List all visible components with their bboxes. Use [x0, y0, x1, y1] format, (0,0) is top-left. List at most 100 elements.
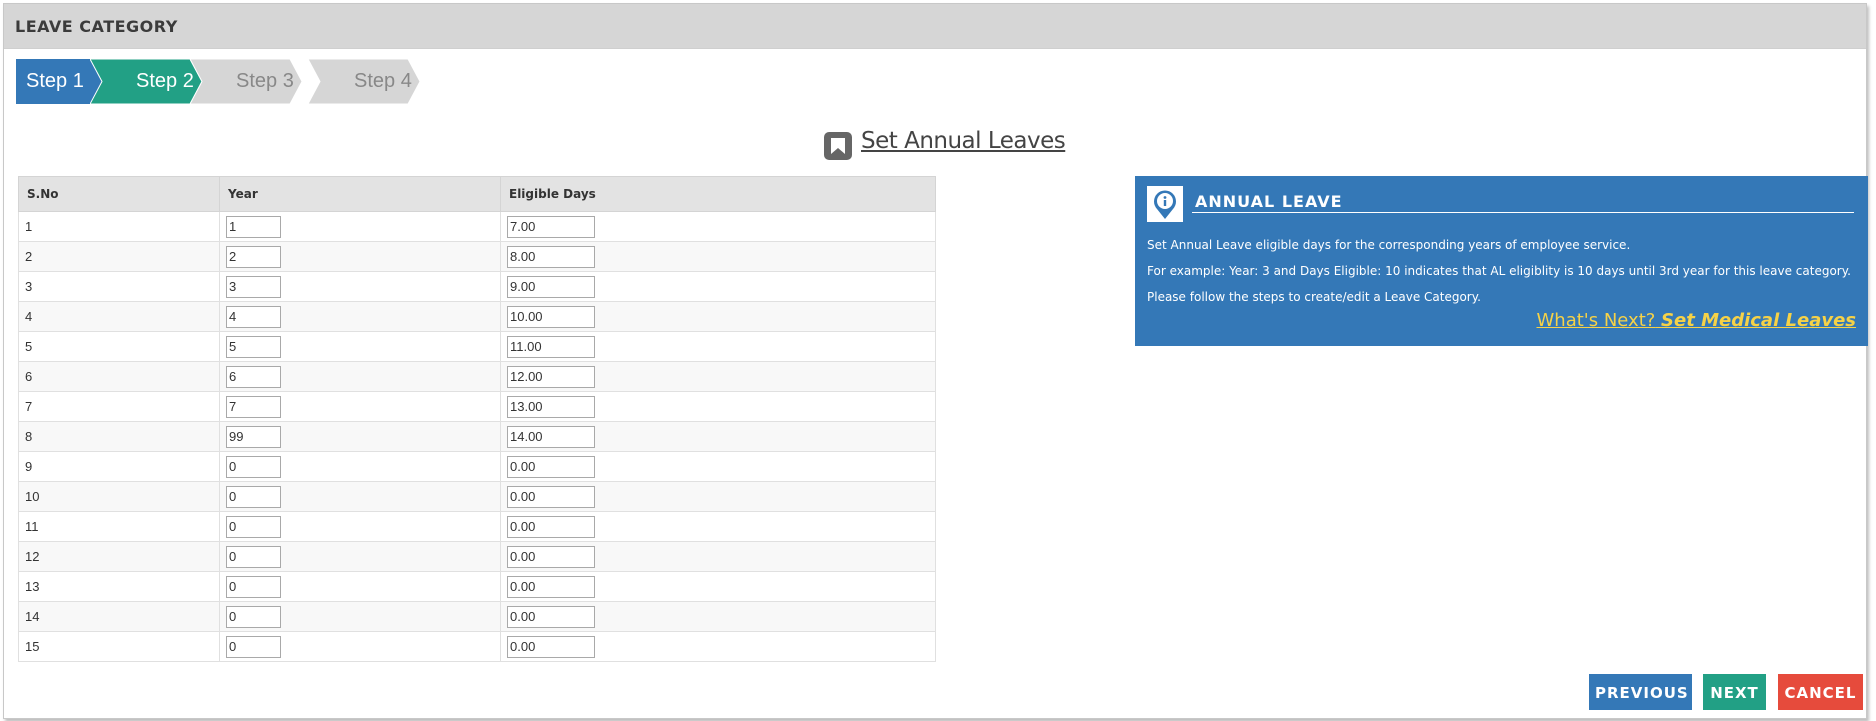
eligible-days-input[interactable] — [507, 545, 595, 568]
eligible-days-input[interactable] — [507, 335, 595, 358]
whats-next-target: Set Medical Leaves — [1661, 310, 1856, 331]
year-input[interactable] — [226, 605, 281, 628]
sno-cell: 11 — [18, 511, 220, 542]
table-row: 7 — [18, 391, 936, 422]
info-box: ANNUAL LEAVE Set Annual Leave eligible d… — [1135, 176, 1868, 346]
sno-cell: 3 — [18, 271, 220, 302]
table-row: 12 — [18, 541, 936, 572]
table-row: 15 — [18, 631, 936, 662]
info-paragraph-3: Please follow the steps to create/edit a… — [1147, 290, 1481, 304]
sno-cell: 7 — [18, 391, 220, 422]
eligible-days-cell — [500, 451, 936, 482]
year-input[interactable] — [226, 365, 281, 388]
year-input[interactable] — [226, 635, 281, 658]
table-row: 10 — [18, 481, 936, 512]
year-cell — [219, 601, 501, 632]
eligible-days-input[interactable] — [507, 395, 595, 418]
year-cell — [219, 571, 501, 602]
info-title: ANNUAL LEAVE — [1195, 192, 1343, 211]
table-row: 4 — [18, 301, 936, 332]
year-input[interactable] — [226, 515, 281, 538]
whats-next-prefix: What's Next? — [1536, 310, 1656, 331]
table-row: 3 — [18, 271, 936, 302]
year-input[interactable] — [226, 455, 281, 478]
panel-header: LEAVE CATEGORY — [4, 4, 1866, 49]
col-header-eligible-days: Eligible Days — [500, 176, 936, 212]
year-input[interactable] — [226, 485, 281, 508]
col-header-year: Year — [219, 176, 501, 212]
eligible-days-input[interactable] — [507, 515, 595, 538]
whats-next-link[interactable]: What's Next? Set Medical Leaves — [1536, 310, 1856, 331]
col-header-sno: S.No — [18, 176, 220, 212]
table-row: 1 — [18, 211, 936, 242]
table-body: 123456789101112131415 — [18, 211, 936, 662]
eligible-days-input[interactable] — [507, 635, 595, 658]
sno-cell: 1 — [18, 211, 220, 242]
step-3-tab[interactable]: Step 3 — [190, 59, 312, 104]
year-input[interactable] — [226, 215, 281, 238]
year-input[interactable] — [226, 575, 281, 598]
sno-cell: 15 — [18, 631, 220, 662]
eligible-days-input[interactable] — [507, 485, 595, 508]
next-button[interactable]: NEXT — [1703, 674, 1766, 710]
year-input[interactable] — [226, 275, 281, 298]
sno-cell: 4 — [18, 301, 220, 332]
eligible-days-input[interactable] — [507, 215, 595, 238]
section-title-link[interactable]: Set Annual Leaves — [861, 128, 1066, 154]
year-cell — [219, 631, 501, 662]
step-2-label: Step 2 — [136, 70, 194, 92]
sno-cell: 14 — [18, 601, 220, 632]
year-cell — [219, 451, 501, 482]
year-input[interactable] — [226, 245, 281, 268]
info-title-divider — [1192, 212, 1854, 213]
year-cell — [219, 421, 501, 452]
panel-title: LEAVE CATEGORY — [15, 17, 178, 36]
eligible-days-cell — [500, 571, 936, 602]
year-input[interactable] — [226, 425, 281, 448]
eligible-days-cell — [500, 631, 936, 662]
year-cell — [219, 541, 501, 572]
previous-button[interactable]: PREVIOUS — [1589, 674, 1692, 710]
eligible-days-cell — [500, 241, 936, 272]
info-pin-icon — [1147, 186, 1183, 222]
year-cell — [219, 271, 501, 302]
cancel-button[interactable]: CANCEL — [1778, 674, 1863, 710]
eligible-days-input[interactable] — [507, 575, 595, 598]
eligible-days-cell — [500, 331, 936, 362]
eligible-days-input[interactable] — [507, 365, 595, 388]
eligible-days-input[interactable] — [507, 455, 595, 478]
year-input[interactable] — [226, 545, 281, 568]
eligible-days-cell — [500, 211, 936, 242]
leave-category-panel: LEAVE CATEGORY Step 1 Step 2 Step 3 Step… — [3, 3, 1868, 719]
eligible-days-input[interactable] — [507, 275, 595, 298]
step-3-label: Step 3 — [236, 70, 294, 92]
eligible-days-cell — [500, 421, 936, 452]
step-4-label: Step 4 — [354, 70, 412, 92]
sno-cell: 13 — [18, 571, 220, 602]
eligible-days-cell — [500, 301, 936, 332]
year-cell — [219, 331, 501, 362]
year-cell — [219, 391, 501, 422]
step-1-label: Step 1 — [26, 70, 84, 92]
table-row: 9 — [18, 451, 936, 482]
year-cell — [219, 211, 501, 242]
step-4-tab[interactable]: Step 4 — [308, 59, 430, 104]
eligible-days-cell — [500, 361, 936, 392]
bookmark-icon — [824, 132, 852, 160]
year-input[interactable] — [226, 305, 281, 328]
eligible-days-input[interactable] — [507, 305, 595, 328]
year-input[interactable] — [226, 335, 281, 358]
year-input[interactable] — [226, 395, 281, 418]
year-cell — [219, 511, 501, 542]
sno-cell: 2 — [18, 241, 220, 272]
eligible-days-cell — [500, 541, 936, 572]
info-paragraph-1: Set Annual Leave eligible days for the c… — [1147, 238, 1631, 252]
eligible-days-input[interactable] — [507, 605, 595, 628]
eligible-days-input[interactable] — [507, 245, 595, 268]
table-row: 6 — [18, 361, 936, 392]
table-header-row: S.No Year Eligible Days — [18, 176, 936, 212]
table-row: 13 — [18, 571, 936, 602]
eligible-days-cell — [500, 511, 936, 542]
table-row: 2 — [18, 241, 936, 272]
eligible-days-input[interactable] — [507, 425, 595, 448]
